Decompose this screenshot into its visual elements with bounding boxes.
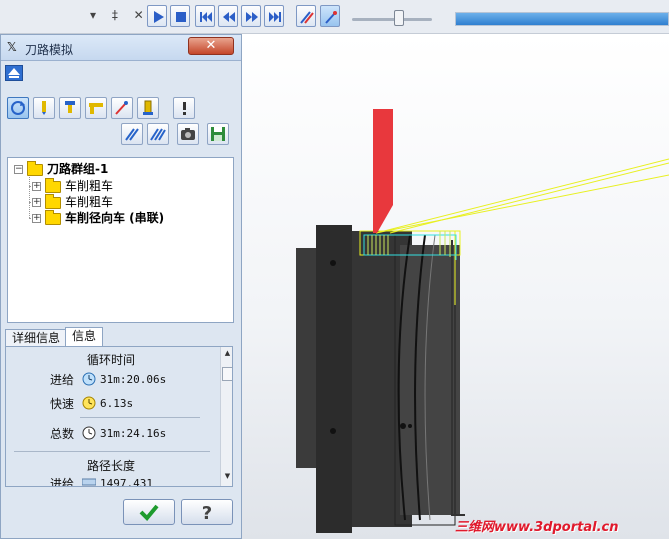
show-toolpath-button[interactable] bbox=[296, 5, 316, 27]
collapse-expander-icon[interactable]: − bbox=[14, 165, 23, 174]
exclamation-icon bbox=[183, 102, 186, 115]
show-tool-toggle[interactable] bbox=[33, 97, 55, 119]
all-lines-icon bbox=[150, 128, 166, 141]
snapshot-button[interactable] bbox=[177, 123, 199, 145]
show-rapid-toggle[interactable] bbox=[111, 97, 133, 119]
segment-lines-icon bbox=[125, 128, 139, 141]
part-outer-ring bbox=[316, 225, 352, 533]
speed-slider-track[interactable] bbox=[352, 18, 432, 21]
color-loop-icon bbox=[11, 101, 25, 115]
folder-icon bbox=[27, 160, 43, 176]
rapid-label: 快速 bbox=[50, 397, 75, 411]
panel-title: 刀路模拟 bbox=[25, 43, 74, 57]
tab-details[interactable]: 详细信息 bbox=[5, 329, 68, 347]
total-time-value: 31m:24.16s bbox=[100, 427, 167, 440]
close-button[interactable]: ✕ bbox=[188, 37, 234, 55]
skip-back-icon bbox=[200, 12, 212, 22]
info-tabs: 详细信息 信息 bbox=[5, 327, 237, 347]
speed-slider-thumb[interactable] bbox=[394, 10, 404, 26]
tree-item-2[interactable]: + 车削粗车 bbox=[32, 193, 114, 210]
svg-text:?: ? bbox=[202, 503, 212, 524]
scroll-down-icon[interactable]: ▼ bbox=[221, 472, 232, 484]
tree-root[interactable]: − 刀路群组-1 bbox=[14, 160, 109, 177]
watermark: 三维网www.3dportal.cn bbox=[455, 520, 619, 535]
go-to-start-button[interactable] bbox=[195, 5, 215, 27]
expand-expander-icon[interactable]: + bbox=[32, 214, 41, 223]
rapid-clock-icon bbox=[82, 396, 96, 410]
play-icon bbox=[154, 11, 164, 23]
shank-icon bbox=[89, 103, 103, 114]
playback-toolbar: ▾ ‡ ✕ bbox=[0, 0, 669, 34]
folder-icon bbox=[45, 177, 61, 193]
path-feed-value: 1497.431 bbox=[100, 477, 153, 487]
path-length-heading: 路径长度 bbox=[86, 459, 135, 473]
save-disk-icon bbox=[211, 127, 225, 141]
scroll-thumb[interactable] bbox=[222, 367, 232, 381]
save-button[interactable] bbox=[207, 123, 229, 145]
feed-label: 进给 bbox=[50, 373, 75, 387]
operation-tree[interactable]: − 刀路群组-1 + 车削粗车 + 车削粗车 + 车削径向车 (串联) bbox=[7, 157, 234, 323]
expand-expander-icon[interactable]: + bbox=[32, 198, 41, 207]
show-stock-toggle[interactable] bbox=[137, 97, 159, 119]
toolpath-all-button[interactable] bbox=[147, 123, 169, 145]
tree-root-label: 刀路群组-1 bbox=[47, 162, 109, 176]
progress-fill bbox=[456, 13, 668, 25]
simulation-progress[interactable] bbox=[455, 12, 669, 26]
dock-controls[interactable]: ▾ ‡ ✕ bbox=[90, 8, 150, 22]
show-tool-button[interactable] bbox=[320, 5, 340, 27]
question-icon: ? bbox=[202, 503, 212, 524]
panel-titlebar[interactable]: 𝕏 刀路模拟 ✕ bbox=[1, 35, 241, 61]
stock-icon bbox=[143, 100, 153, 115]
play-button[interactable] bbox=[147, 5, 167, 27]
show-shank-toggle[interactable] bbox=[85, 97, 107, 119]
camera-icon bbox=[181, 128, 195, 140]
part-drawing bbox=[296, 109, 669, 533]
tab-info[interactable]: 信息 bbox=[65, 327, 104, 347]
toggle-color-loop-button[interactable] bbox=[7, 97, 29, 119]
holder-icon bbox=[65, 101, 75, 113]
tree-item-label: 车削粗车 bbox=[65, 179, 114, 193]
info-panel: 循环时间 进给 31m:20.06s 快速 6.13s 总数 31m:24.16… bbox=[5, 346, 233, 487]
step-forward-button[interactable] bbox=[241, 5, 261, 27]
feed-time-value: 31m:20.06s bbox=[100, 373, 167, 386]
cutting-tool bbox=[373, 109, 393, 233]
stop-button[interactable] bbox=[170, 5, 190, 27]
folder-icon bbox=[45, 209, 61, 225]
toolpath-segment-button[interactable] bbox=[121, 123, 143, 145]
tree-item-3[interactable]: + 车削径向车 (串联) bbox=[32, 209, 165, 226]
tool-icon bbox=[325, 11, 337, 24]
collapse-icon[interactable] bbox=[5, 65, 23, 81]
folder-icon bbox=[45, 193, 61, 209]
skip-forward-icon bbox=[269, 12, 281, 22]
ruler-icon bbox=[82, 478, 96, 486]
stop-icon bbox=[176, 12, 186, 22]
expand-expander-icon[interactable]: + bbox=[32, 182, 41, 191]
rewind-icon bbox=[223, 12, 235, 22]
total-clock-icon bbox=[82, 426, 96, 440]
info-scrollbar[interactable]: ▲ ▼ bbox=[220, 347, 232, 486]
tool-display-icon bbox=[42, 101, 46, 115]
cycle-time-heading: 循环时间 bbox=[86, 353, 135, 367]
toolpath-icon bbox=[300, 11, 314, 24]
rapid-time-value: 6.13s bbox=[100, 397, 134, 410]
fast-forward-icon bbox=[246, 12, 258, 22]
checkmark-icon bbox=[139, 504, 159, 521]
ok-button[interactable] bbox=[123, 499, 175, 525]
scroll-up-icon[interactable]: ▲ bbox=[221, 349, 232, 361]
alert-button[interactable] bbox=[173, 97, 195, 119]
total-label: 总数 bbox=[50, 427, 75, 441]
step-back-button[interactable] bbox=[218, 5, 238, 27]
path-feed-label: 进给 bbox=[50, 477, 75, 487]
graphics-viewport[interactable] bbox=[240, 35, 669, 539]
tree-item-1[interactable]: + 车削粗车 bbox=[32, 177, 114, 194]
show-holder-toggle[interactable] bbox=[59, 97, 81, 119]
tree-item-label: 车削粗车 bbox=[65, 195, 114, 209]
toolpath-simulation-panel: 𝕏 刀路模拟 ✕ − 刀路群组-1 + 车削粗车 + 车削粗车 + 车削径向车 … bbox=[0, 34, 242, 539]
tree-item-label: 车削径向车 (串联) bbox=[65, 211, 165, 225]
rapid-move-icon bbox=[115, 101, 128, 115]
feed-clock-icon bbox=[82, 372, 96, 386]
go-to-end-button[interactable] bbox=[264, 5, 284, 27]
app-logo-icon: 𝕏 bbox=[7, 40, 17, 54]
help-button[interactable]: ? bbox=[181, 499, 233, 525]
